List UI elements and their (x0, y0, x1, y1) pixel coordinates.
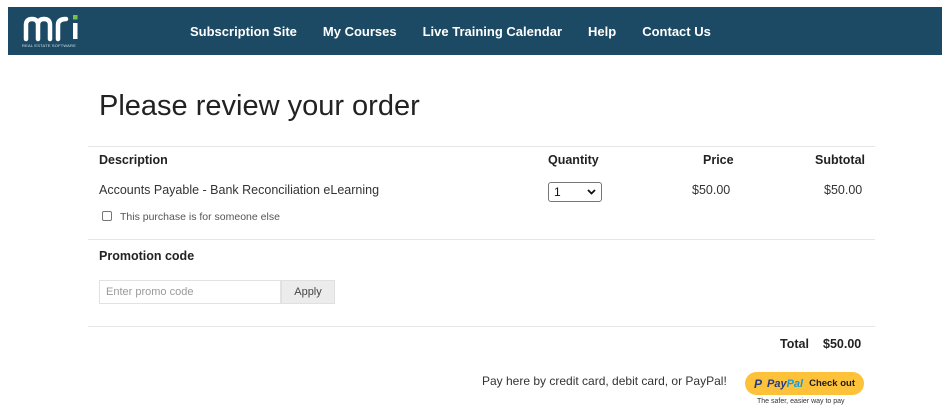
promotion-code-heading: Promotion code (99, 249, 195, 263)
logo-tagline: REAL ESTATE SOFTWARE (22, 43, 77, 48)
chevron-down-icon (587, 189, 596, 195)
column-header-description: Description (99, 153, 168, 167)
total-value: $50.00 (823, 337, 862, 351)
column-header-quantity: Quantity (548, 153, 599, 167)
item-subtotal: $50.00 (824, 183, 863, 197)
mri-logo[interactable]: REAL ESTATE SOFTWARE (22, 13, 102, 51)
quantity-value: 1 (554, 185, 561, 199)
nav-help[interactable]: Help (588, 24, 616, 39)
nav-subscription-site[interactable]: Subscription Site (190, 24, 297, 39)
apply-promo-button[interactable]: Apply (281, 280, 335, 304)
paypal-p-icon: P (753, 376, 762, 391)
paypal-tagline: The safer, easier way to pay (757, 398, 845, 405)
gift-checkbox-label[interactable]: This purchase is for someone else (120, 211, 280, 223)
item-description: Accounts Payable - Bank Reconciliation e… (99, 183, 380, 197)
column-header-subtotal: Subtotal (815, 153, 865, 167)
column-header-price: Price (703, 153, 734, 167)
nav-my-courses[interactable]: My Courses (323, 24, 397, 39)
gift-checkbox[interactable] (102, 211, 112, 221)
total-label: Total (780, 337, 809, 351)
promo-code-input[interactable] (99, 280, 281, 304)
paypal-checkout-button[interactable]: P PayPal Check out (745, 372, 864, 395)
nav-live-training-calendar[interactable]: Live Training Calendar (423, 24, 562, 39)
paypal-wordmark: PayPal (766, 377, 804, 390)
item-price: $50.00 (692, 183, 731, 197)
divider (88, 326, 875, 327)
payment-prompt: Pay here by credit card, debit card, or … (482, 374, 727, 388)
quantity-select[interactable]: 1 (548, 182, 602, 202)
main-nav: Subscription Site My Courses Live Traini… (190, 24, 737, 39)
divider (88, 146, 875, 147)
mri-logo-mark (23, 15, 78, 42)
divider (88, 239, 875, 240)
top-navigation-bar: REAL ESTATE SOFTWARE Subscription Site M… (8, 7, 942, 55)
page-title: Please review your order (99, 90, 420, 122)
nav-contact-us[interactable]: Contact Us (642, 24, 711, 39)
paypal-checkout-label: Check out (809, 378, 856, 389)
